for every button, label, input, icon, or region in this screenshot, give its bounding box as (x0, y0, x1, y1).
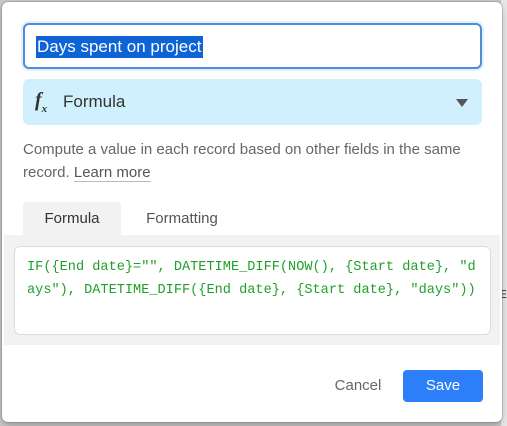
save-button[interactable]: Save (403, 370, 483, 402)
formula-editor[interactable]: IF({End date}="", DATETIME_DIFF(NOW(), {… (14, 246, 491, 335)
formula-panel: IF({End date}="", DATETIME_DIFF(NOW(), {… (4, 235, 500, 345)
field-name-selected-text: Days spent on project (36, 36, 204, 58)
field-type-dropdown[interactable]: fx Formula (23, 79, 482, 125)
field-type-label: Formula (63, 92, 126, 111)
cancel-button[interactable]: Cancel (324, 370, 392, 402)
field-config-dialog: Days spent on project fx Formula Compute… (2, 2, 502, 422)
formula-fx-icon: fx (35, 89, 48, 115)
field-name-input[interactable]: Days spent on project (23, 23, 482, 69)
tab-formatting[interactable]: Formatting (127, 202, 237, 235)
tab-formula[interactable]: Formula (23, 202, 121, 235)
field-description: Compute a value in each record based on … (23, 138, 473, 184)
learn-more-link[interactable]: Learn more (73, 164, 151, 182)
chevron-down-icon (456, 99, 468, 107)
